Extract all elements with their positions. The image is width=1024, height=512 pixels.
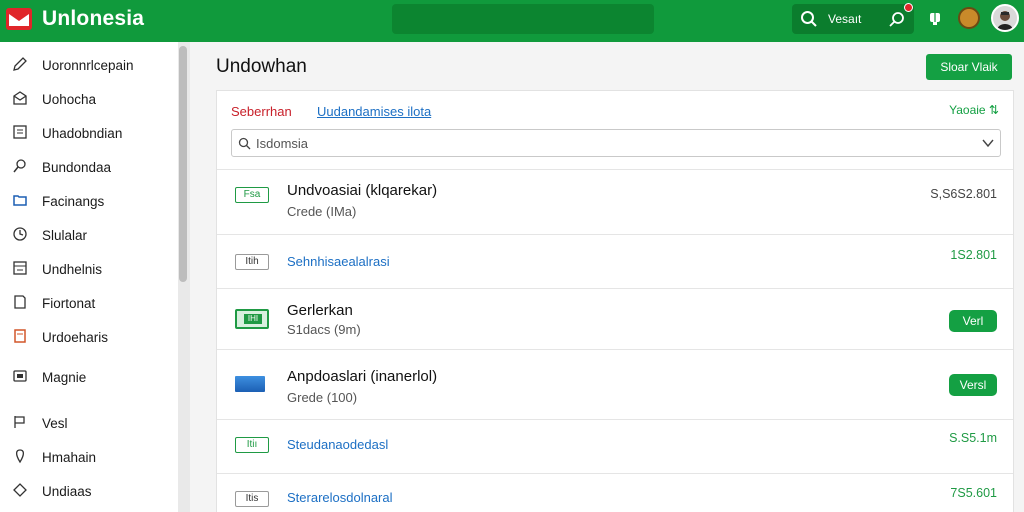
sidebar-item-label: Uohocha — [42, 92, 97, 107]
row-image-icon — [235, 376, 265, 392]
sidebar: Uoronnrlcepain Uohocha Uhadobndian Bundo… — [0, 42, 178, 512]
sidebar-item-label: Undiaas — [42, 484, 92, 499]
app-logo[interactable] — [6, 8, 32, 30]
row-badge: Itih — [235, 254, 269, 270]
pencil-icon — [13, 57, 27, 71]
row-value: 1S2.801 — [950, 248, 997, 262]
sidebar-scrollbar[interactable] — [179, 46, 187, 282]
sidebar-item-4[interactable]: Facinangs — [0, 186, 176, 216]
row-link[interactable]: Sterarelosdolnaral — [287, 490, 393, 505]
status-sort[interactable]: Yaoaie ⇅ — [949, 103, 999, 117]
search-person-icon — [13, 159, 26, 173]
row-title[interactable]: Gerlerkan — [287, 302, 353, 319]
sidebar-item-2[interactable]: Uhadobndian — [0, 118, 176, 148]
search-box[interactable]: Vesaıt — [792, 4, 914, 34]
row-subtitle: Grede (100) — [287, 390, 358, 405]
sidebar-item-label: Bundondaa — [42, 160, 112, 175]
table-row[interactable]: Itis Sterarelosdolnaral 7S5.601 — [217, 473, 1013, 512]
sidebar-item-label: Facinangs — [42, 194, 105, 209]
sidebar-item-label: Hmahain — [42, 450, 97, 465]
row-badge: IHI — [244, 314, 262, 324]
sidebar-item-12[interactable]: Undiaas — [0, 476, 176, 506]
row-value: S.S5.1m — [949, 431, 997, 445]
sidebar-item-11[interactable]: Hmahain — [0, 442, 176, 472]
row-thumbnail: IHI — [235, 309, 269, 329]
top-center-bar[interactable] — [392, 4, 654, 34]
sidebar-item-8[interactable]: Urdoeharis — [0, 322, 176, 352]
clock-icon — [13, 227, 27, 241]
app-title: Unlonesia — [42, 7, 145, 30]
sidebar-item-10[interactable]: Vesl — [0, 408, 176, 438]
filter-value: Isdomsia — [256, 136, 309, 151]
table-row[interactable]: Fsa Undvoasiai (klqarekar) Crede (IMa) S… — [217, 169, 1013, 234]
row-value: 7S5.601 — [950, 486, 997, 500]
sidebar-item-3[interactable]: Bundondaa — [0, 152, 176, 182]
flag-icon — [14, 416, 25, 428]
sidebar-item-6[interactable]: Undhelnis — [0, 254, 176, 284]
row-link[interactable]: Steudanaodedasl — [287, 437, 388, 452]
content-panel: Seberrhan Uudandamises ilota Yaoaie ⇅ Is… — [216, 90, 1014, 512]
sidebar-item-7[interactable]: Fiortonat — [0, 288, 176, 318]
sidebar-item-label: Vesl — [42, 416, 68, 431]
bell-icon[interactable] — [927, 10, 943, 26]
orange-document-icon — [14, 329, 26, 343]
tag-icon — [13, 483, 27, 497]
screen-icon — [13, 370, 27, 382]
sidebar-item-5[interactable]: Slulalar — [0, 220, 176, 250]
sidebar-item-label: Slulalar — [42, 228, 88, 243]
sidebar-item-label: Magnie — [42, 370, 87, 385]
list-icon — [13, 261, 27, 275]
top-bar: Unlonesia Vesaıt — [0, 0, 1024, 42]
mail-icon — [13, 91, 27, 105]
avatar[interactable] — [991, 4, 1019, 32]
sidebar-item-0[interactable]: Uoronnrlcepain — [0, 50, 176, 80]
document-icon — [13, 125, 27, 139]
table-row[interactable]: Itih Sehnhisaealalrasi 1S2.801 — [217, 234, 1013, 288]
notification-dot — [904, 3, 913, 12]
sidebar-item-1[interactable]: Uohocha — [0, 84, 176, 114]
sidebar-item-label: Urdoeharis — [42, 330, 109, 345]
page-title: Undowhan — [216, 56, 307, 77]
row-value: S,S6S2.801 — [930, 187, 997, 201]
sidebar-item-label: Uhadobndian — [42, 126, 123, 141]
filter-input[interactable]: Isdomsia — [231, 129, 1001, 157]
search-icon — [238, 137, 251, 150]
row-action-button[interactable]: Versl — [949, 374, 997, 396]
row-link[interactable]: Sehnhisaealalrasi — [287, 254, 390, 269]
row-title[interactable]: Undvoasiai (klqarekar) — [287, 182, 437, 199]
table-row[interactable]: Anpdoaslari (inanerlol) Grede (100) Vers… — [217, 349, 1013, 419]
tab-link[interactable]: Uudandamises ilota — [317, 104, 431, 119]
sidebar-item-label: Undhelnis — [42, 262, 103, 277]
page-icon — [14, 295, 26, 309]
badge-coin-icon[interactable] — [958, 7, 980, 29]
primary-button[interactable]: Sloar Vlaik — [926, 54, 1012, 80]
sidebar-item-label: Uoronnrlcepain — [42, 58, 134, 73]
folder-icon — [13, 195, 27, 206]
logo-mark-icon — [9, 14, 29, 26]
table-row[interactable]: Itiı Steudanaodedasl S.S5.1m — [217, 419, 1013, 473]
chat-search-icon[interactable] — [888, 10, 906, 28]
row-subtitle: S1dacs (9m) — [287, 322, 361, 337]
row-badge: Itiı — [235, 437, 269, 453]
row-subtitle: Crede (IMa) — [287, 204, 357, 219]
location-icon — [15, 449, 25, 464]
sidebar-item-9[interactable]: Magnie — [0, 362, 176, 392]
row-title[interactable]: Anpdoaslari (inanerlol) — [287, 368, 437, 385]
sidebar-item-label: Fiortonat — [42, 296, 96, 311]
row-badge: Itis — [235, 491, 269, 507]
table-row[interactable]: IHI Gerlerkan S1dacs (9m) Verl — [217, 288, 1013, 349]
user-avatar-icon — [993, 6, 1017, 30]
row-badge: Fsa — [235, 187, 269, 203]
chevron-down-icon[interactable] — [982, 138, 994, 148]
row-action-button[interactable]: Verl — [949, 310, 997, 332]
search-icon — [801, 11, 817, 27]
search-label: Vesaıt — [828, 12, 862, 26]
tab-active[interactable]: Seberrhan — [231, 104, 292, 119]
